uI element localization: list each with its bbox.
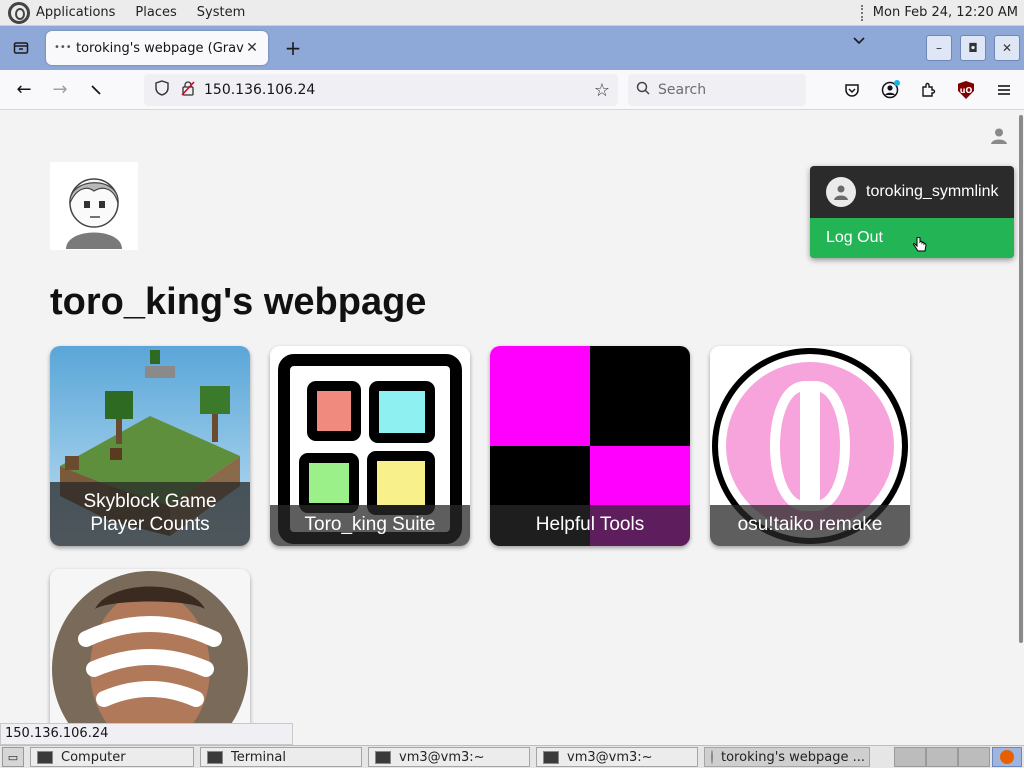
search-placeholder: Search [658, 82, 707, 98]
card-label: Toro_king Suite [270, 505, 470, 546]
firefox-view-icon[interactable] [6, 33, 36, 63]
tab-bar: ••• toroking's webpage (Gravity ✕ + – ◘ … [0, 26, 1024, 70]
close-window-button[interactable]: ✕ [994, 35, 1020, 61]
profile-avatar [50, 162, 138, 250]
task-label: toroking's webpage ... [721, 749, 866, 765]
window-controls: – ◘ ✕ [926, 35, 1020, 61]
close-tab-icon[interactable]: ✕ [244, 40, 260, 56]
toolbar-icons: uO [838, 76, 1018, 104]
card-label: Skyblock Game Player Counts [50, 482, 250, 546]
dropdown-user-row: toroking_symmlink [810, 166, 1014, 218]
clock[interactable]: Mon Feb 24, 12:20 AM [873, 5, 1018, 20]
show-desktop-icon[interactable]: ▭ [2, 747, 24, 767]
back-arrow-icon[interactable]: ← [10, 76, 38, 104]
distro-logo-icon[interactable] [8, 1, 30, 24]
task-terminal[interactable]: Terminal [200, 747, 362, 767]
taskbar: ▭ Computer Terminal vm3@vm3:~ vm3@vm3:~ … [0, 745, 1024, 768]
status-url: 150.136.106.24 [0, 723, 293, 745]
insecure-lock-icon[interactable] [178, 80, 198, 100]
scrollbar-thumb[interactable] [1019, 115, 1023, 643]
task-label: vm3@vm3:~ [567, 749, 653, 765]
terminal-icon [207, 750, 223, 764]
card-helpful-tools[interactable]: Helpful Tools [490, 346, 690, 546]
url-bar[interactable]: 150.136.106.24 ☆ [144, 74, 618, 106]
card-fifth[interactable] [50, 569, 250, 723]
page-title: toro_king's webpage [50, 281, 427, 323]
task-vm3-1[interactable]: vm3@vm3:~ [368, 747, 530, 767]
computer-icon [37, 750, 53, 764]
task-firefox[interactable]: toroking's webpage ... [704, 747, 870, 767]
top-panel: Applications Places System Mon Feb 24, 1… [0, 0, 1024, 26]
bookmark-star-icon[interactable]: ☆ [594, 80, 610, 101]
account-icon[interactable] [876, 76, 904, 104]
task-label: Terminal [231, 749, 286, 765]
minimize-button[interactable]: – [926, 35, 952, 61]
notification-dot [894, 80, 900, 86]
task-label: vm3@vm3:~ [399, 749, 485, 765]
stop-loading-icon[interactable] [82, 76, 110, 104]
places-menu[interactable]: Places [135, 5, 176, 20]
workspace-2[interactable] [926, 747, 958, 767]
applications-menu[interactable]: Applications [36, 5, 115, 20]
page-content: toro_king's webpage Skyblock Game Player… [0, 111, 1018, 723]
tab-title: toroking's webpage (Gravity [76, 40, 244, 56]
card-skyblock[interactable]: Skyblock Game Player Counts [50, 346, 250, 546]
ublock-origin-icon[interactable]: uO [952, 76, 980, 104]
terminal-icon [543, 750, 559, 764]
workspace-1[interactable] [894, 747, 926, 767]
loading-dots-icon: ••• [54, 42, 72, 53]
tab-active[interactable]: ••• toroking's webpage (Gravity ✕ [46, 31, 268, 65]
pocket-icon[interactable] [838, 76, 866, 104]
user-avatar-icon [826, 177, 856, 207]
panel-separator [860, 4, 863, 21]
task-computer[interactable]: Computer [30, 747, 194, 767]
url-text[interactable]: 150.136.106.24 [204, 82, 315, 98]
firefox-tray-icon[interactable] [992, 747, 1022, 767]
hamburger-menu-icon[interactable] [990, 76, 1018, 104]
nav-bar: ← → 150.136.106.24 ☆ Search uO [0, 70, 1024, 110]
task-vm3-2[interactable]: vm3@vm3:~ [536, 747, 698, 767]
card-osu-taiko[interactable]: osu!taiko remake [710, 346, 910, 546]
new-tab-icon[interactable]: + [282, 36, 304, 60]
extensions-puzzle-icon[interactable] [914, 76, 942, 104]
search-icon [636, 81, 650, 99]
card-label: Helpful Tools [490, 505, 690, 546]
hand-cursor-icon [912, 236, 928, 259]
search-bar[interactable]: Search [628, 74, 806, 106]
username: toroking_symmlink [866, 183, 999, 200]
task-label: Computer [61, 749, 126, 765]
chevron-down-icon[interactable] [852, 34, 866, 50]
card-label: osu!taiko remake [710, 505, 910, 546]
account-menu-icon[interactable] [986, 123, 1012, 149]
terminal-icon [375, 750, 391, 764]
forward-arrow-icon[interactable]: → [46, 76, 74, 104]
shield-icon[interactable] [152, 80, 172, 100]
face-thumbnail [50, 569, 250, 723]
workspace-3[interactable] [958, 747, 990, 767]
system-menu[interactable]: System [197, 5, 245, 20]
page-scrollbar[interactable] [1018, 111, 1024, 723]
firefox-icon [711, 750, 713, 764]
maximize-button[interactable]: ◘ [960, 35, 986, 61]
card-toroking-suite[interactable]: Toro_king Suite [270, 346, 470, 546]
